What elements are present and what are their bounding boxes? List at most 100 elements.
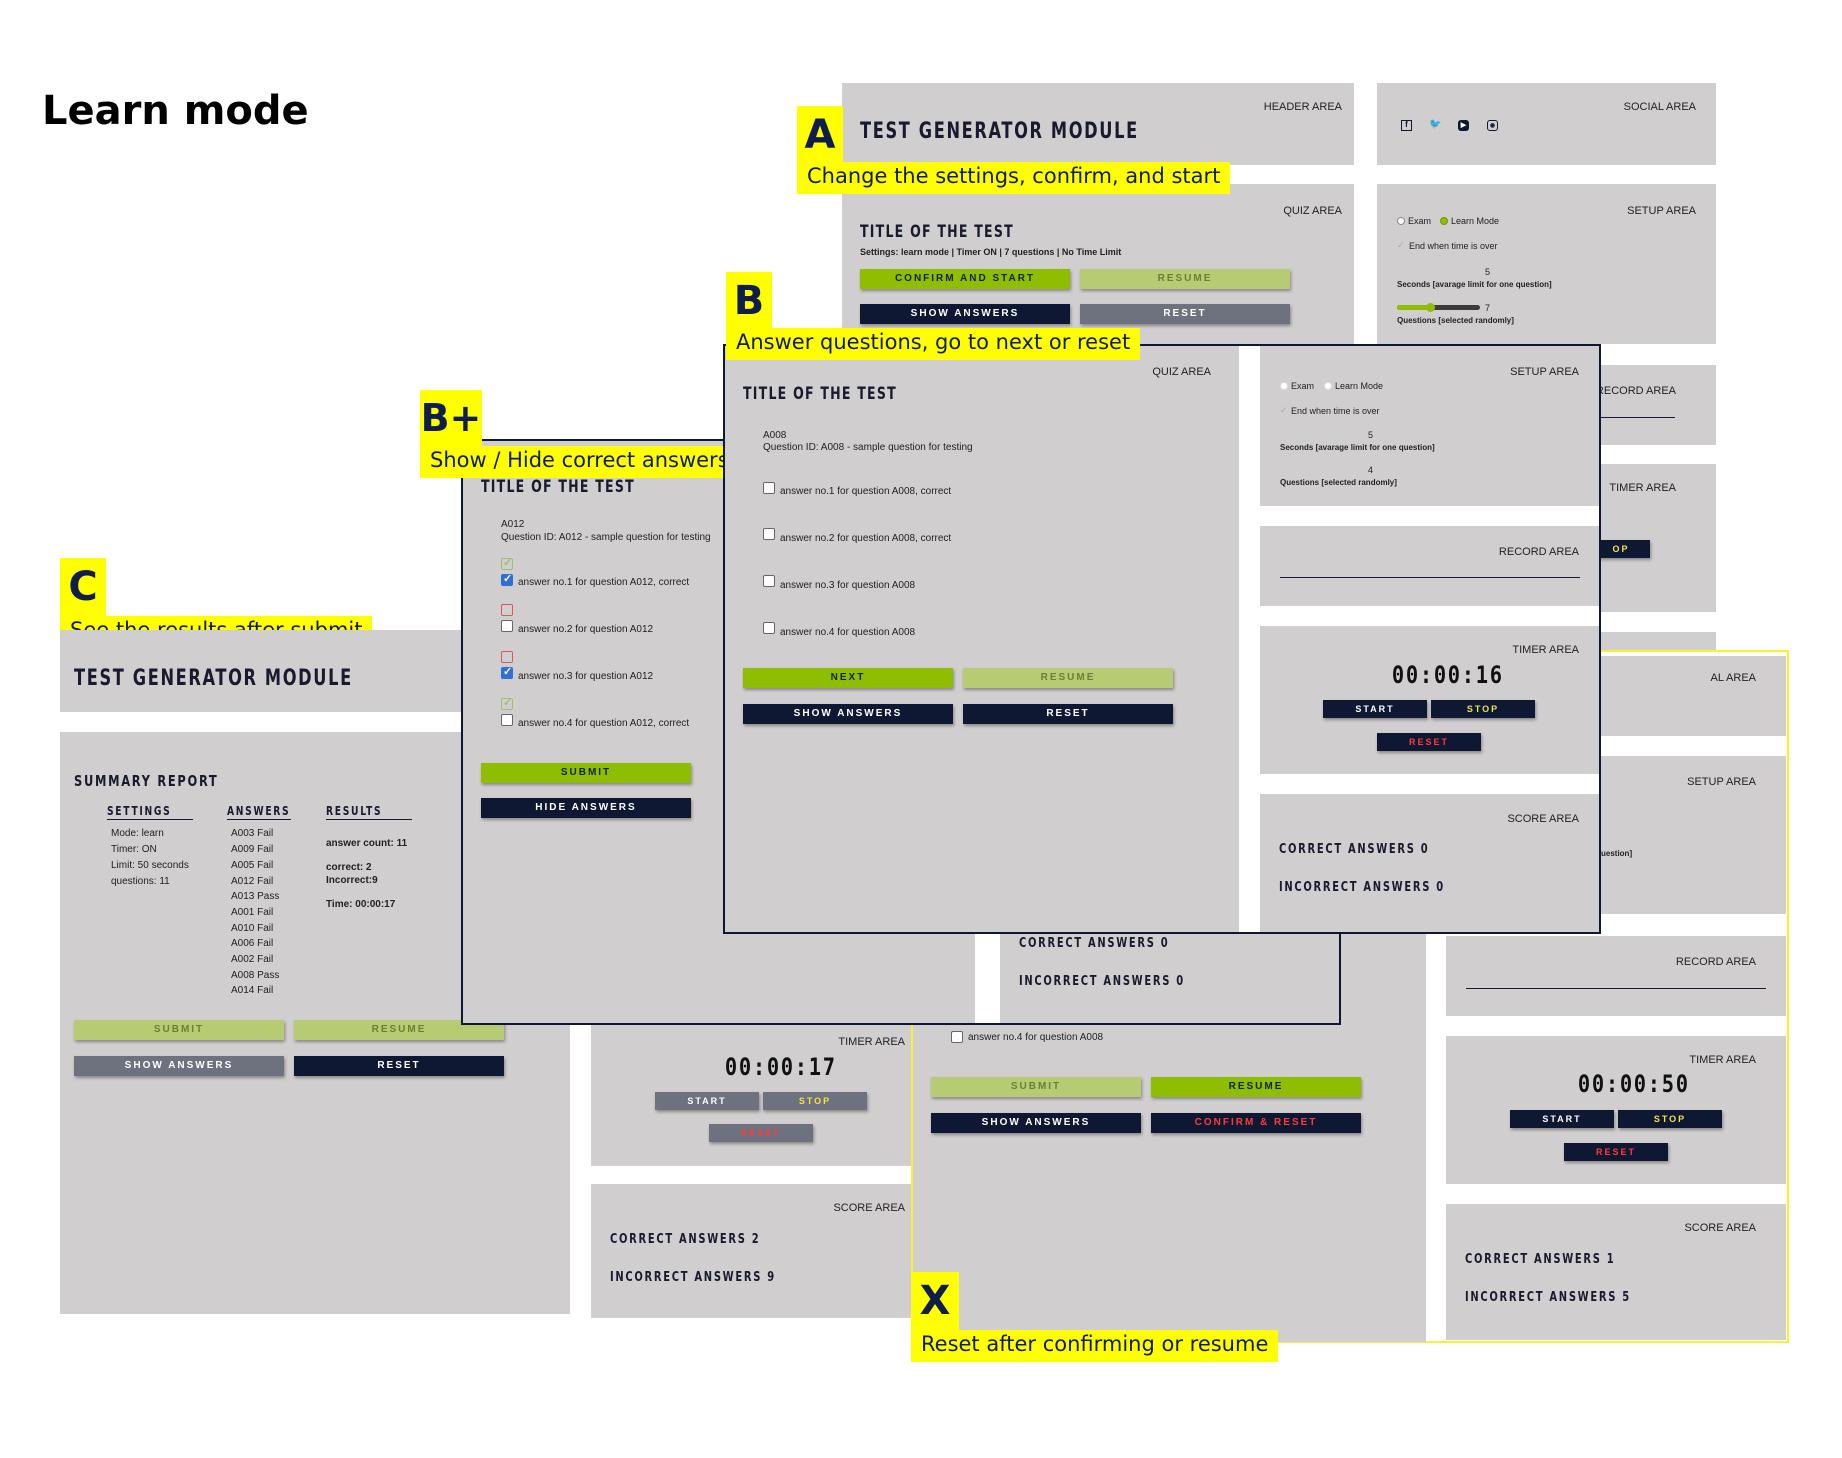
tag-bplus-letter: B+ xyxy=(420,390,482,446)
seconds-slider[interactable] xyxy=(1280,434,1360,439)
seconds-slider[interactable] xyxy=(1397,269,1477,274)
b-score-panel: SCORE AREA CORRECT ANSWERS 0 INCORRECT A… xyxy=(1260,794,1599,932)
score-area-label: SCORE AREA xyxy=(1684,1222,1756,1234)
show-answers-button[interactable]: SHOW ANSWERS xyxy=(860,304,1070,324)
stop-button[interactable]: STOP xyxy=(1618,1110,1722,1128)
col-answers: ANSWERS xyxy=(227,804,291,818)
b-record-panel: RECORD AREA xyxy=(1260,526,1599,606)
show-answers-button[interactable]: SHOW ANSWERS xyxy=(743,704,953,724)
answer-checkbox[interactable] xyxy=(501,665,513,679)
correct-answers: CORRECT ANSWERS 1 xyxy=(1465,1252,1616,1267)
answer-checkbox[interactable] xyxy=(501,620,513,632)
start-button[interactable]: START xyxy=(1510,1110,1614,1128)
end-when-checkbox[interactable]: ✓ xyxy=(1397,240,1405,251)
correct-hint-icon xyxy=(501,696,513,710)
seconds-label: Seconds [avarage limit for one question] xyxy=(1280,443,1435,452)
setup-area-label: SETUP AREA xyxy=(1510,366,1579,378)
answer-checkbox[interactable] xyxy=(501,714,513,726)
facebook-icon[interactable]: f xyxy=(1401,120,1412,131)
questions-slider[interactable] xyxy=(1397,303,1480,312)
answer-text: answer no.2 for question A008, correct xyxy=(780,533,952,544)
show-answers-button[interactable]: SHOW ANSWERS xyxy=(931,1113,1141,1133)
x-record-panel: RECORD AREA xyxy=(1446,936,1786,1016)
test-title: TITLE OF THE TEST xyxy=(743,384,897,404)
start-button[interactable]: START xyxy=(1323,700,1427,718)
timer-display: 00:00:50 xyxy=(1577,1070,1690,1098)
next-button[interactable]: NEXT xyxy=(743,668,953,688)
questions-slider[interactable] xyxy=(1280,468,1360,473)
answer-text: answer no.1 for question A008, correct xyxy=(780,486,952,497)
questions-value: 4 xyxy=(1368,465,1374,475)
submit-button[interactable]: SUBMIT xyxy=(481,763,691,783)
exam-radio[interactable] xyxy=(1280,382,1288,390)
exam-label: Exam xyxy=(1408,216,1432,226)
wrong-hint-icon xyxy=(501,604,513,616)
answer-checkbox[interactable] xyxy=(763,575,775,587)
page-title: Learn mode xyxy=(42,88,309,134)
tag-b-text: Answer questions, go to next or reset xyxy=(726,328,1141,360)
submit-button[interactable]: SUBMIT xyxy=(931,1077,1141,1097)
submit-button[interactable]: SUBMIT xyxy=(74,1020,284,1040)
resume-button[interactable]: RESUME xyxy=(1151,1077,1361,1097)
tag-b-letter: B xyxy=(726,272,772,330)
stop-button[interactable]: STOP xyxy=(1431,700,1535,718)
settings-line: Settings: learn mode | Timer ON | 7 ques… xyxy=(860,247,1122,257)
correct-answers: CORRECT ANSWERS 0 xyxy=(1019,936,1170,951)
answer-text: answer no.4 for question A008 xyxy=(780,627,916,638)
timer-display: 00:00:16 xyxy=(1391,661,1504,689)
col-results-underline xyxy=(326,819,412,820)
answer-checkbox[interactable] xyxy=(763,482,775,494)
timer-area-label: TIMER AREA xyxy=(1512,644,1579,656)
timer-reset-button[interactable]: RESET xyxy=(709,1124,813,1142)
b-setup-panel: SETUP AREA Exam Learn Mode ✓ End when ti… xyxy=(1260,346,1599,506)
answer-checkbox[interactable] xyxy=(763,528,775,540)
app-title: TEST GENERATOR MODULE xyxy=(74,666,353,691)
hide-answers-button[interactable]: HIDE ANSWERS xyxy=(481,798,691,818)
incorrect-answers: INCORRECT ANSWERS 0 xyxy=(1279,880,1445,895)
reset-button[interactable]: RESET xyxy=(1080,304,1290,324)
start-button[interactable]: START xyxy=(655,1092,759,1110)
settings-item: Limit: 50 seconds xyxy=(111,860,189,871)
exam-radio[interactable] xyxy=(1397,217,1405,225)
bplus-score-panel: CORRECT ANSWERS 0 INCORRECT ANSWERS 0 xyxy=(1000,930,1339,1023)
col-answers-underline xyxy=(227,819,291,820)
twitter-icon[interactable]: 🐦 xyxy=(1429,119,1441,130)
confirm-start-button[interactable]: CONFIRM AND START xyxy=(860,269,1070,289)
answer-item: A010 Fail xyxy=(231,923,274,934)
answer-text: answer no.3 for question A008 xyxy=(780,580,916,591)
correct-answers: CORRECT ANSWERS 2 xyxy=(610,1232,761,1247)
a-social-panel: SOCIAL AREA f 🐦 ▶ ◉ xyxy=(1377,83,1716,165)
score-area-label: SCORE AREA xyxy=(1507,813,1579,825)
end-when-checkbox[interactable]: ✓ xyxy=(1280,405,1288,416)
timer-reset-button[interactable]: RESET xyxy=(1377,733,1481,751)
stop-button[interactable]: STOP xyxy=(763,1092,867,1110)
reset-button[interactable]: RESET xyxy=(963,704,1173,724)
resume-button[interactable]: RESUME xyxy=(963,668,1173,688)
app-title: TEST GENERATOR MODULE xyxy=(860,119,1139,144)
learn-mode-radio[interactable] xyxy=(1440,217,1448,225)
answer-item: A014 Fail xyxy=(231,985,274,996)
question-text: Question ID: A012 - sample question for … xyxy=(501,532,711,543)
resume-button[interactable]: RESUME xyxy=(1080,269,1290,289)
confirm-reset-button[interactable]: CONFIRM & RESET xyxy=(1151,1113,1361,1133)
timer-display: 00:00:17 xyxy=(724,1053,837,1081)
learn-mode-radio[interactable] xyxy=(1324,382,1332,390)
seconds-value: 5 xyxy=(1368,430,1374,440)
answer-checkbox[interactable] xyxy=(763,622,775,634)
reset-button[interactable]: RESET xyxy=(294,1056,504,1076)
result-time: Time: 00:00:17 xyxy=(326,899,396,910)
answer-item: A012 Fail xyxy=(231,876,274,887)
timer-reset-button[interactable]: RESET xyxy=(1564,1143,1668,1161)
correct-answers: CORRECT ANSWERS 0 xyxy=(1279,842,1430,857)
instagram-icon[interactable]: ◉ xyxy=(1487,120,1498,131)
answer-checkbox[interactable] xyxy=(501,572,513,586)
c-score-panel: SCORE AREA CORRECT ANSWERS 2 INCORRECT A… xyxy=(591,1184,911,1318)
setup-area-label: SETUP AREA xyxy=(1627,205,1696,217)
answer-checkbox[interactable] xyxy=(951,1031,963,1043)
questions-slider-thumb[interactable] xyxy=(1426,303,1435,312)
show-answers-button[interactable]: SHOW ANSWERS xyxy=(74,1056,284,1076)
answer-item: A006 Fail xyxy=(231,938,274,949)
answer-item: A013 Pass xyxy=(231,891,280,902)
youtube-icon[interactable]: ▶ xyxy=(1458,120,1469,131)
settings-item: Mode: learn xyxy=(111,828,164,839)
